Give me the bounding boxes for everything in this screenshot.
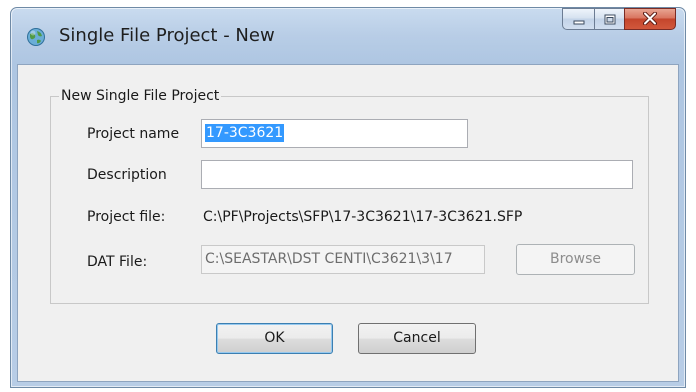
description-input[interactable] [201, 160, 633, 189]
new-project-groupbox: New Single File Project Project name 17-… [50, 88, 649, 304]
description-label: Description [87, 167, 167, 183]
dat-file-value: C:\SEASTAR\DST CENTI\C3621\3\17 [205, 251, 453, 267]
minimize-button[interactable] [562, 8, 594, 30]
maximize-icon [604, 10, 616, 29]
project-file-path: C:\PF\Projects\SFP\17-3C3621\17-3C3621.S… [203, 209, 523, 225]
dialog-window: Single File Project - New New Single Fil… [10, 7, 686, 388]
minimize-icon [573, 10, 585, 29]
project-name-label: Project name [87, 126, 180, 142]
dat-file-label: DAT File: [87, 254, 148, 270]
globe-icon [26, 27, 46, 47]
groupbox-title: New Single File Project [59, 88, 222, 104]
maximize-button[interactable] [594, 8, 624, 30]
close-button[interactable] [624, 8, 676, 30]
project-name-input[interactable]: 17-3C3621 [201, 119, 468, 148]
window-title: Single File Project - New [59, 25, 275, 46]
project-file-label: Project file: [87, 209, 166, 225]
cancel-button[interactable]: Cancel [358, 323, 476, 354]
browse-button[interactable]: Browse [516, 244, 635, 275]
title-bar[interactable]: Single File Project - New [11, 8, 685, 64]
caption-buttons [562, 8, 676, 32]
close-icon [643, 10, 657, 29]
dialog-client-area: New Single File Project Project name 17-… [17, 64, 679, 382]
dat-file-input[interactable]: C:\SEASTAR\DST CENTI\C3621\3\17 [201, 245, 485, 274]
project-name-value: 17-3C3621 [205, 124, 285, 142]
ok-button[interactable]: OK [216, 323, 333, 354]
